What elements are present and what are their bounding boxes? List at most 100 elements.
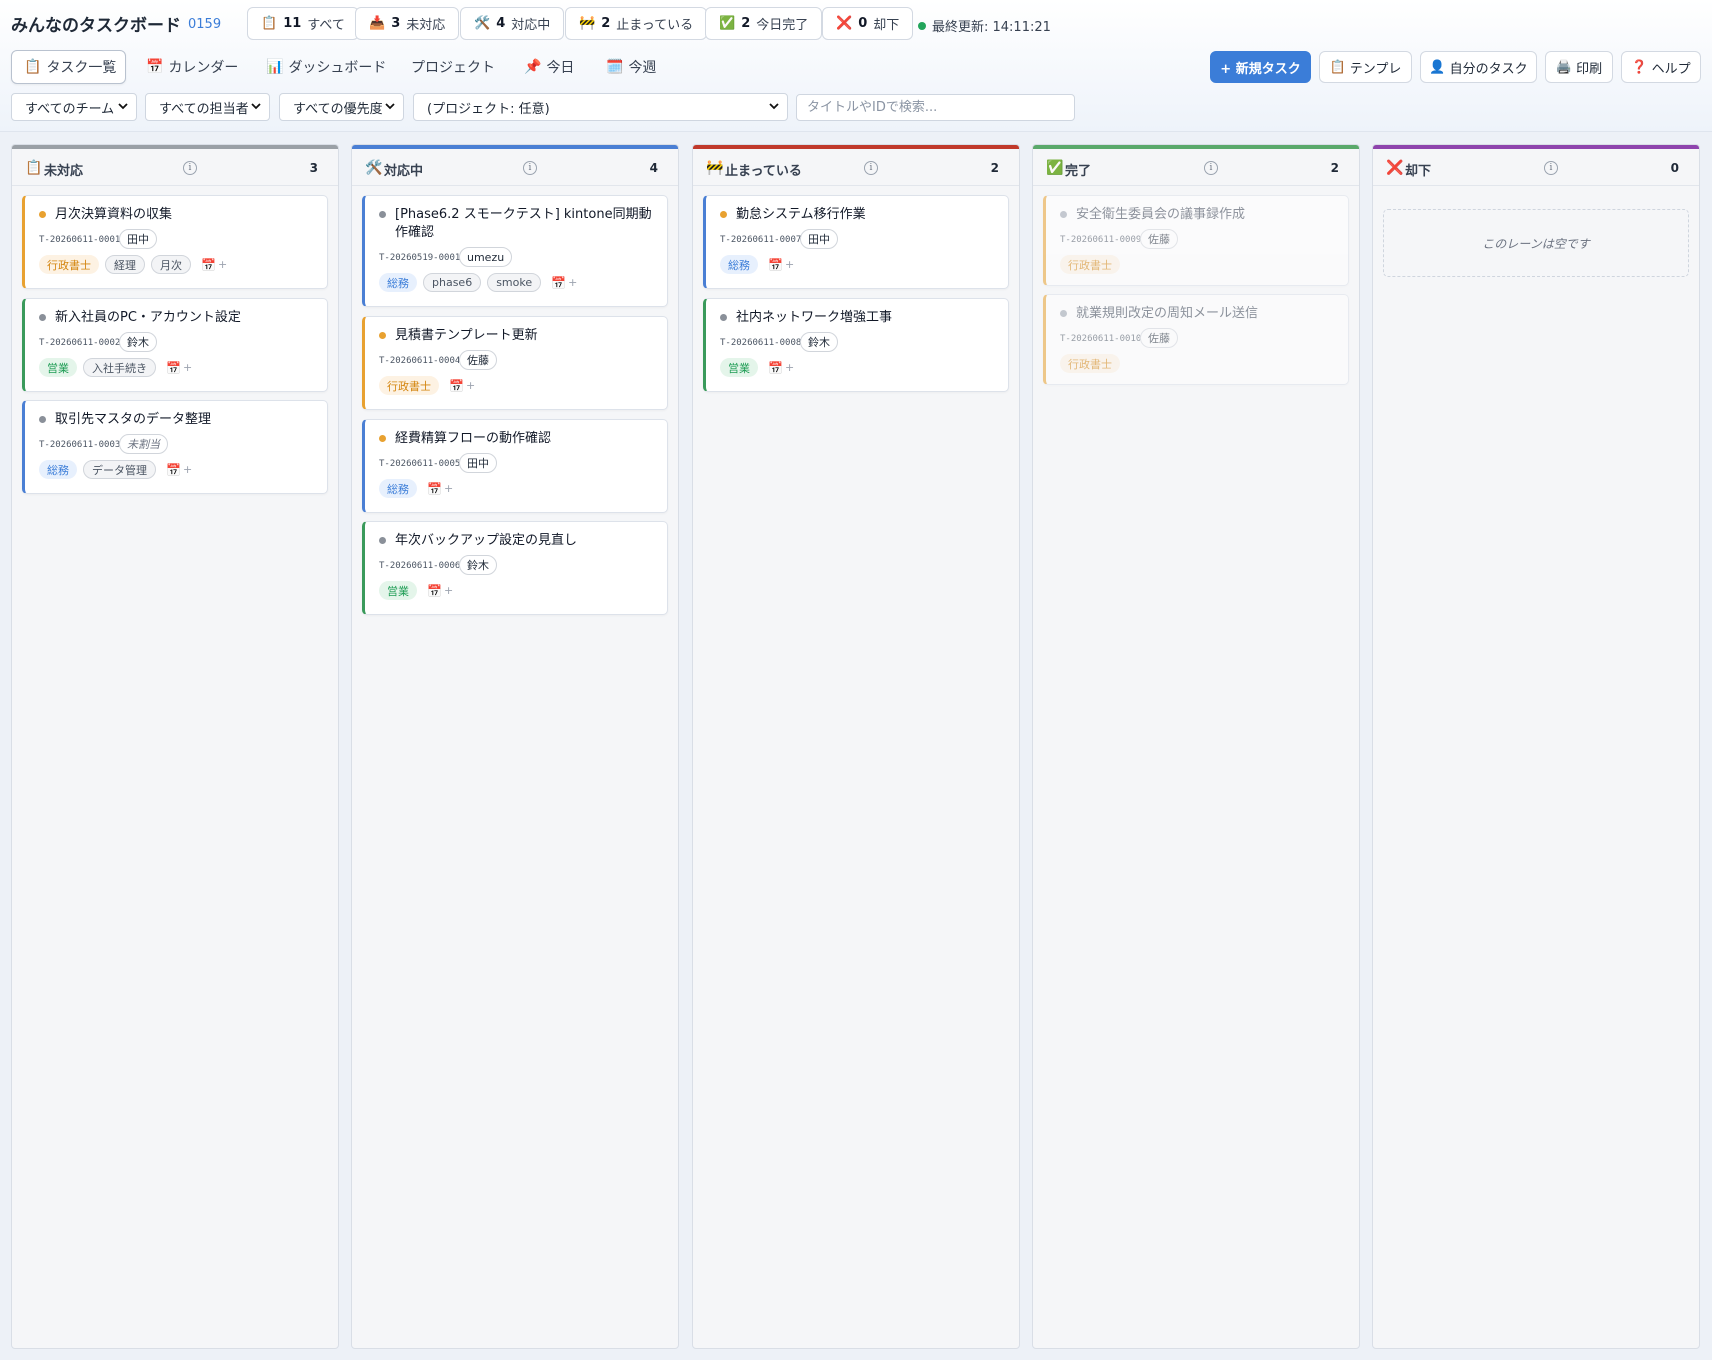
task-card[interactable]: 見積書テンプレート更新 T-20260611-0004 佐藤 行政書士 📅 + — [362, 316, 668, 410]
status-dot-icon — [918, 21, 926, 30]
tab-dashboard[interactable]: 📊 ダッシュボード — [254, 50, 398, 84]
task-card[interactable]: 就業規則改定の周知メール送信 T-20260611-0010 佐藤 行政書士 — [1043, 294, 1349, 385]
tab-today[interactable]: 📌 今日 — [512, 50, 586, 84]
task-card[interactable]: 月次決算資料の収集 T-20260611-0001 田中 行政書士 経理 月次 📅 + — [22, 195, 328, 289]
task-title: 新入社員のPC・アカウント設定 — [55, 310, 241, 325]
task-card[interactable]: [Phase6.2 スモークテスト] kintone同期動作確認 T-202605… — [362, 195, 668, 307]
lane-count: 3 — [309, 161, 318, 175]
tab-calendar[interactable]: 📅 カレンダー — [134, 50, 250, 84]
stat-count: 2 — [601, 16, 611, 31]
task-title: 勤怠システム移行作業 — [736, 207, 866, 222]
add-due-date-button[interactable]: 📅 + — [768, 258, 794, 272]
stat-filter-blocked[interactable]: 🚧 2 止まっている — [565, 7, 708, 40]
task-title: 安全衛生委員会の議事録作成 — [1076, 207, 1246, 222]
select-value: すべての担当者 — [159, 101, 249, 117]
assignee-chip[interactable]: 佐藤 — [1140, 328, 1178, 348]
stat-filter-done-today[interactable]: ✅ 2 今日完了 — [705, 7, 823, 40]
info-icon[interactable]: i — [864, 161, 878, 175]
project-filter-select[interactable]: (プロジェクト: 任意) — [413, 93, 788, 121]
add-due-date-button[interactable]: 📅 + — [551, 276, 577, 290]
add-due-date-button[interactable]: 📅 + — [166, 463, 192, 477]
assignee-filter-select[interactable]: すべての担当者 — [145, 93, 270, 121]
stat-filter-todo[interactable]: 📥 3 未対応 — [355, 7, 460, 40]
calendar-icon: 📅 — [449, 378, 464, 393]
add-due-date-button[interactable]: 📅 + — [427, 584, 453, 598]
priority-dot-icon — [379, 211, 386, 218]
template-button[interactable]: 📋 テンプレ — [1319, 51, 1412, 83]
calendar-icon: 📅 — [427, 481, 442, 496]
task-card[interactable]: 取引先マスタのデータ整理 T-20260611-0003 未割当 総務 データ管理 📅 + — [22, 400, 328, 494]
task-id: T-20260611-0008 — [720, 338, 802, 348]
tab-label: 今週 — [628, 60, 657, 76]
task-card[interactable]: 経費精算フローの動作確認 T-20260611-0005 田中 総務 📅 + — [362, 419, 668, 513]
add-due-date-button[interactable]: 📅 + — [201, 258, 227, 272]
calendar-icon: 📅 — [201, 257, 216, 272]
priority-dot-icon — [379, 332, 386, 339]
priority-dot-icon — [720, 211, 727, 218]
priority-dot-icon — [379, 537, 386, 544]
task-card[interactable]: 新入社員のPC・アカウント設定 T-20260611-0002 鈴木 営業 入社手続き 📅… — [22, 298, 328, 392]
task-card[interactable]: 安全衛生委員会の議事録作成 T-20260611-0009 佐藤 行政書士 — [1043, 195, 1349, 286]
tag: 総務 — [379, 479, 417, 498]
info-icon[interactable]: i — [183, 161, 197, 175]
info-icon[interactable]: i — [1204, 161, 1218, 175]
tab-task-list[interactable]: 📋 タスク一覧 — [11, 50, 126, 84]
assignee-chip[interactable]: 佐藤 — [1140, 229, 1178, 249]
app-title: みんなのタスクボード — [11, 16, 181, 36]
plus-icon: + — [443, 482, 454, 495]
stat-filter-all[interactable]: 📋 11 すべて — [247, 7, 359, 40]
priority-filter-select[interactable]: すべての優先度 — [279, 93, 404, 121]
stat-count: 11 — [283, 16, 302, 31]
stat-filter-rejected[interactable]: ❌ 0 却下 — [822, 7, 914, 40]
tag: 総務 — [379, 273, 417, 292]
my-tasks-button[interactable]: 👤 自分のタスク — [1420, 51, 1537, 83]
assignee-chip[interactable]: 田中 — [800, 229, 838, 249]
tab-this-week[interactable]: 🗓️ 今週 — [594, 50, 668, 84]
new-task-button[interactable]: + 新規タスク — [1210, 51, 1311, 83]
tag-row: 行政書士 — [1060, 354, 1126, 373]
lane-status-icon: ❌ — [1386, 160, 1404, 176]
priority-dot-icon — [1060, 310, 1067, 317]
tab-label: 今日 — [546, 60, 575, 76]
assignee-chip[interactable]: 鈴木 — [800, 332, 838, 352]
calendar-icon: 📅 — [551, 275, 567, 290]
stat-filter-doing[interactable]: 🛠️ 4 対応中 — [460, 7, 565, 40]
calendar-icon: 📅 — [768, 360, 783, 375]
help-button[interactable]: ❓ ヘルプ — [1621, 51, 1701, 83]
assignee-chip[interactable]: 未割当 — [119, 434, 168, 454]
task-title: 経費精算フローの動作確認 — [395, 431, 552, 446]
assignee-chip[interactable]: 鈴木 — [119, 332, 157, 352]
stat-label: 却下 — [873, 18, 900, 33]
add-due-date-button[interactable]: 📅 + — [768, 361, 794, 375]
task-id: T-20260611-0001 — [39, 235, 121, 245]
info-icon[interactable]: i — [523, 161, 537, 175]
add-due-date-button[interactable]: 📅 + — [166, 361, 192, 375]
lane-title: 止まっている — [725, 164, 802, 179]
tab-projects[interactable]: プロジェクト — [399, 50, 507, 84]
stat-count: 4 — [496, 16, 506, 31]
add-due-date-button[interactable]: 📅 + — [449, 379, 475, 393]
task-title: 取引先マスタのデータ整理 — [55, 412, 212, 427]
assignee-chip[interactable]: 鈴木 — [459, 555, 497, 575]
task-card[interactable]: 社内ネットワーク増強工事 T-20260611-0008 鈴木 営業 📅 + — [703, 298, 1009, 392]
lane-header: 📋 未対応 i 3 — [12, 149, 338, 186]
calendar-week-icon: 🗓️ — [606, 59, 624, 75]
stat-label: すべて — [307, 18, 345, 33]
chevron-down-icon — [385, 103, 395, 110]
assignee-chip[interactable]: 佐藤 — [459, 350, 497, 370]
assignee-chip[interactable]: 田中 — [119, 229, 157, 249]
user-icon: 👤 — [1429, 59, 1446, 75]
task-id: T-20260611-0006 — [379, 561, 461, 571]
info-icon[interactable]: i — [1544, 161, 1558, 175]
add-due-date-button[interactable]: 📅 + — [427, 482, 453, 496]
task-card[interactable]: 年次バックアップ設定の見直し T-20260611-0006 鈴木 営業 📅 + — [362, 521, 668, 615]
tag: 営業 — [720, 358, 758, 377]
team-filter-select[interactable]: すべてのチーム — [11, 93, 137, 121]
search-input[interactable] — [796, 94, 1075, 121]
lane-status-icon: 📋 — [25, 160, 43, 176]
print-button[interactable]: 🖨️ 印刷 — [1545, 51, 1613, 83]
assignee-chip[interactable]: 田中 — [459, 453, 497, 473]
assignee-chip[interactable]: umezu — [459, 247, 513, 267]
clipboard-icon: 📋 — [24, 59, 42, 75]
task-card[interactable]: 勤怠システム移行作業 T-20260611-0007 田中 総務 📅 + — [703, 195, 1009, 289]
